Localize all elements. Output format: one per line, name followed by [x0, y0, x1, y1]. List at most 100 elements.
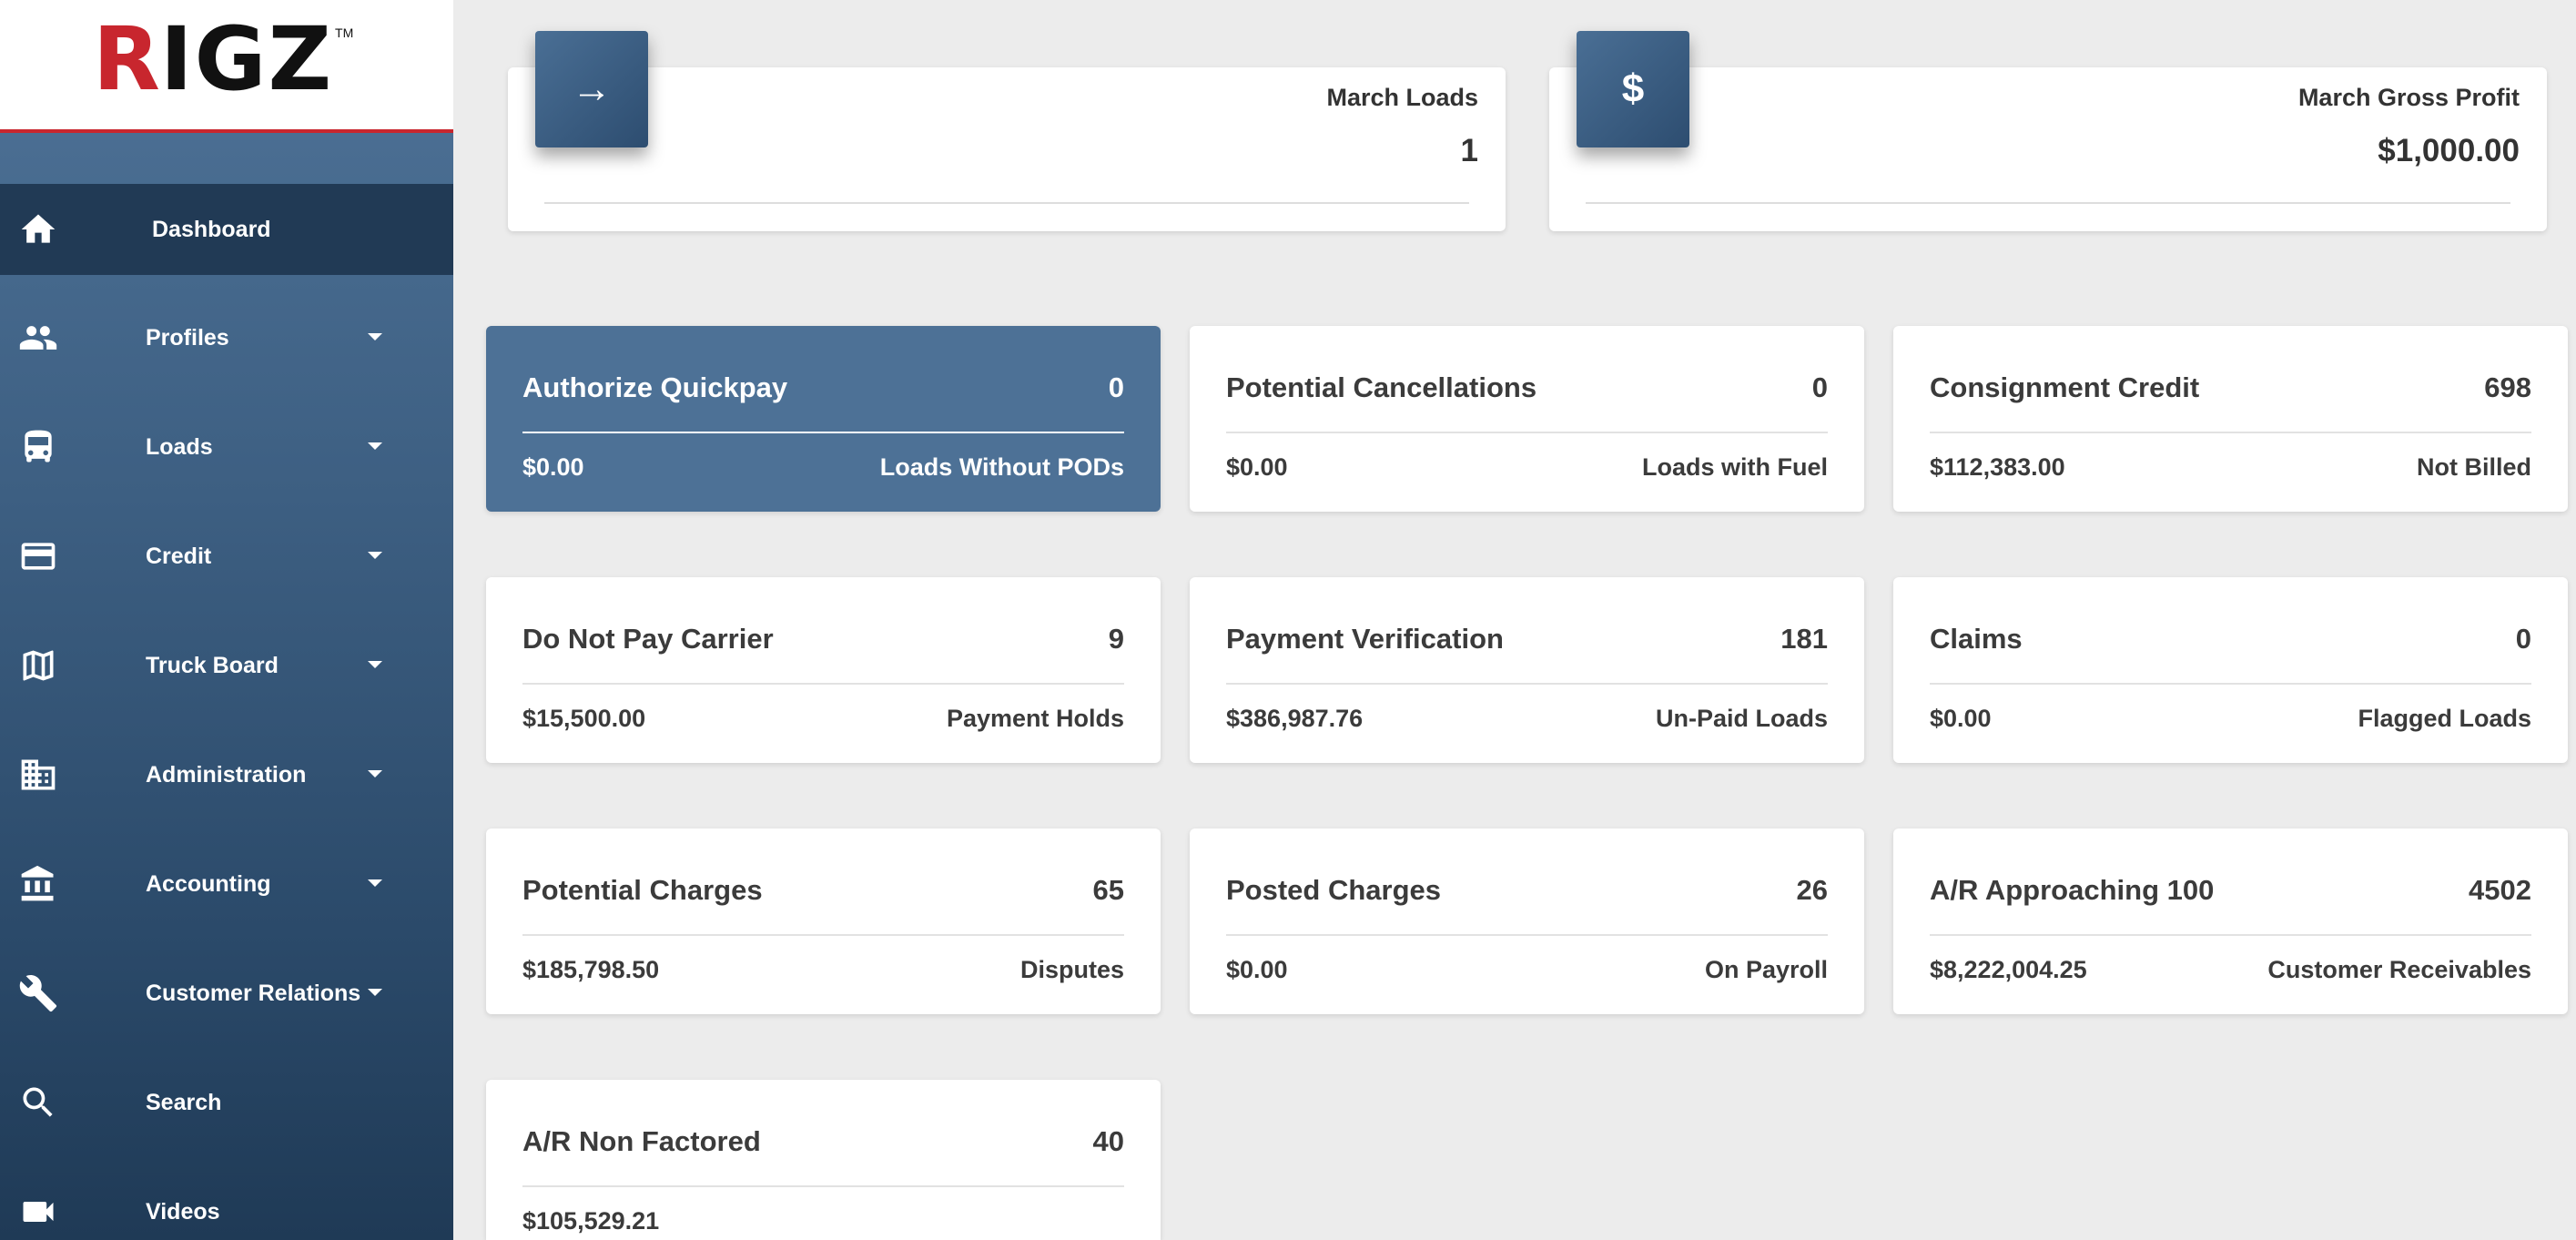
- divider: [522, 683, 1124, 685]
- sidebar-item-label: Accounting: [146, 871, 271, 897]
- stat-card-march-gross-profit: $ March Gross Profit $1,000.00: [1549, 31, 2547, 231]
- card-title: A/R Approaching 100: [1930, 874, 2215, 906]
- card-count: 0: [2515, 623, 2531, 655]
- card-ar-approaching-100[interactable]: A/R Approaching 100 4502 $8,222,004.25 C…: [1893, 828, 2568, 1014]
- card-amount: $0.00: [1226, 956, 1288, 983]
- rigz-logo[interactable]: R IGZ TM: [93, 8, 354, 110]
- card-title: Potential Charges: [522, 874, 763, 906]
- card-count: 0: [1811, 371, 1828, 403]
- chevron-down-icon: [368, 552, 382, 559]
- sidebar-item-videos[interactable]: Videos: [0, 1166, 453, 1240]
- sidebar: R IGZ TM Dashboard Profiles Loads Credit: [0, 0, 453, 1240]
- card-consignment-credit[interactable]: Consignment Credit 698 $112,383.00 Not B…: [1893, 326, 2568, 512]
- card-title: Posted Charges: [1226, 874, 1442, 906]
- card-subtitle: Not Billed: [2417, 453, 2531, 481]
- divider: [1930, 432, 2531, 433]
- divider: [522, 934, 1124, 936]
- card-posted-charges[interactable]: Posted Charges 26 $0.00 On Payroll: [1190, 828, 1864, 1014]
- card-ar-non-factored[interactable]: A/R Non Factored 40 $105,529.21: [486, 1080, 1161, 1240]
- sidebar-item-label: Profiles: [146, 325, 229, 351]
- card-count: 181: [1780, 623, 1828, 655]
- sidebar-item-loads[interactable]: Loads: [0, 401, 453, 493]
- stat-card-march-loads: → March Loads 1: [508, 31, 1506, 231]
- card-count: 26: [1796, 874, 1828, 906]
- card-amount: $15,500.00: [522, 705, 646, 732]
- card-title: Consignment Credit: [1930, 371, 2200, 403]
- bus-icon: [18, 427, 58, 467]
- sidebar-item-accounting[interactable]: Accounting: [0, 839, 453, 930]
- divider: [522, 432, 1124, 433]
- logo-letter-r: R: [93, 8, 160, 110]
- card-title: Payment Verification: [1226, 623, 1504, 655]
- card-title: A/R Non Factored: [522, 1125, 761, 1157]
- card-do-not-pay-carrier[interactable]: Do Not Pay Carrier 9 $15,500.00 Payment …: [486, 577, 1161, 763]
- card-count: 0: [1108, 371, 1124, 403]
- logo-trademark: TM: [335, 25, 354, 40]
- card-count: 4502: [2469, 874, 2531, 906]
- card-count: 40: [1092, 1125, 1124, 1157]
- card-potential-cancellations[interactable]: Potential Cancellations 0 $0.00 Loads wi…: [1190, 326, 1864, 512]
- divider: [1226, 683, 1828, 685]
- card-amount: $185,798.50: [522, 956, 660, 983]
- arrow-right-icon: →: [535, 31, 648, 147]
- card-amount: $0.00: [522, 453, 584, 481]
- divider: [1930, 934, 2531, 936]
- logo-letters: IGZ: [159, 8, 334, 110]
- sidebar-item-profiles[interactable]: Profiles: [0, 292, 453, 383]
- map-icon: [18, 645, 58, 686]
- card-title: Claims: [1930, 623, 2023, 655]
- search-icon: [18, 1082, 58, 1123]
- building-icon: [18, 755, 58, 795]
- divider: [544, 202, 1469, 204]
- stat-title: March Gross Profit: [2297, 84, 2520, 111]
- chevron-down-icon: [368, 333, 382, 340]
- card-authorize-quickpay[interactable]: Authorize Quickpay 0 $0.00 Loads Without…: [486, 326, 1161, 512]
- card-payment-verification[interactable]: Payment Verification 181 $386,987.76 Un-…: [1190, 577, 1864, 763]
- card-amount: $386,987.76: [1226, 705, 1364, 732]
- divider: [522, 1185, 1124, 1187]
- card-claims[interactable]: Claims 0 $0.00 Flagged Loads: [1893, 577, 2568, 763]
- card-amount: $105,529.21: [522, 1207, 660, 1235]
- card-subtitle: Flagged Loads: [2358, 705, 2531, 732]
- card-title: Potential Cancellations: [1226, 371, 1537, 403]
- card-amount: $0.00: [1226, 453, 1288, 481]
- bank-icon: [18, 864, 58, 904]
- sidebar-item-label: Dashboard: [152, 217, 271, 242]
- sidebar-item-customer-relations[interactable]: Customer Relations: [0, 948, 453, 1039]
- card-title: Do Not Pay Carrier: [522, 623, 774, 655]
- stat-value: $1,000.00: [2378, 133, 2520, 168]
- sidebar-item-search[interactable]: Search: [0, 1057, 453, 1148]
- sidebar-item-credit[interactable]: Credit: [0, 511, 453, 602]
- card-potential-charges[interactable]: Potential Charges 65 $185,798.50 Dispute…: [486, 828, 1161, 1014]
- sidebar-item-truck-board[interactable]: Truck Board: [0, 620, 453, 711]
- video-camera-icon: [18, 1192, 58, 1232]
- dollar-icon: $: [1577, 31, 1689, 147]
- logo-area[interactable]: R IGZ TM: [0, 0, 453, 133]
- card-subtitle: Disputes: [1019, 956, 1124, 983]
- sidebar-item-dashboard[interactable]: Dashboard: [0, 184, 453, 275]
- card-subtitle: Loads with Fuel: [1641, 453, 1828, 481]
- card-subtitle: Payment Holds: [946, 705, 1124, 732]
- card-subtitle: Customer Receivables: [2267, 956, 2531, 983]
- card-count: 65: [1092, 874, 1124, 906]
- divider: [1930, 683, 2531, 685]
- card-title: Authorize Quickpay: [522, 371, 788, 403]
- sidebar-item-label: Administration: [146, 762, 307, 788]
- chevron-down-icon: [368, 661, 382, 668]
- sidebar-item-label: Videos: [146, 1199, 220, 1225]
- sidebar-item-label: Credit: [146, 544, 212, 569]
- chevron-down-icon: [368, 442, 382, 450]
- sidebar-item-administration[interactable]: Administration: [0, 729, 453, 820]
- people-icon: [18, 318, 58, 358]
- divider: [1226, 934, 1828, 936]
- divider: [1586, 202, 2510, 204]
- card-amount: $112,383.00: [1930, 453, 2065, 481]
- sidebar-item-label: Customer Relations: [146, 981, 361, 1006]
- credit-card-icon: [18, 536, 58, 576]
- sidebar-item-label: Truck Board: [146, 653, 279, 678]
- sidebar-item-label: Search: [146, 1090, 222, 1115]
- chevron-down-icon: [368, 989, 382, 996]
- chevron-down-icon: [368, 770, 382, 778]
- divider: [1226, 432, 1828, 433]
- stat-value: 1: [1460, 133, 1478, 168]
